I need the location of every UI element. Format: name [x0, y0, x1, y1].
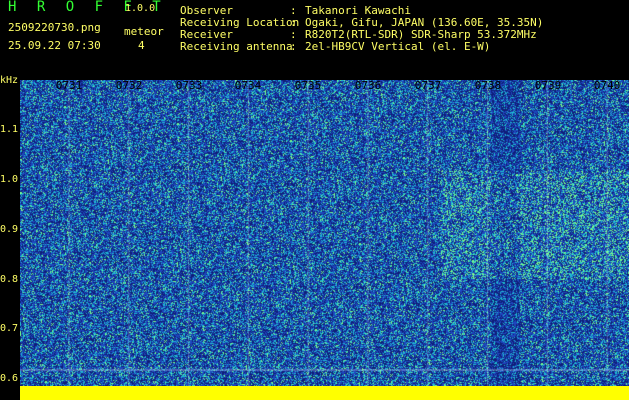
x-tick-label: 0737	[414, 79, 442, 92]
spectrogram-canvas	[20, 80, 629, 386]
signal-baseline-bar	[20, 386, 629, 400]
detection-label: meteor	[124, 25, 164, 38]
y-tick-label: 1.1	[0, 124, 19, 135]
antenna-colon: :	[290, 40, 297, 53]
x-tick-label: 0736	[354, 79, 382, 92]
y-tick-label: 0.6	[0, 373, 19, 384]
y-tick-label: 0.7	[0, 323, 19, 334]
antenna-label: Receiving antenna	[180, 40, 293, 53]
x-tick-label: 0734	[234, 79, 262, 92]
capture-time: 25.09.22 07:30	[8, 39, 101, 52]
x-tick-label: 0738	[474, 79, 502, 92]
hrofft-screen: H R O F F T 1.0.0 2509220730.png 25.09.2…	[0, 0, 629, 400]
y-tick-label: 1.0	[0, 174, 19, 185]
x-tick-label: 0740	[593, 79, 621, 92]
file-name: 2509220730.png	[8, 21, 101, 34]
antenna-value: 2el-HB9CV Vertical (el. E-W)	[305, 40, 491, 53]
y-tick-label: 0.9	[0, 224, 19, 235]
x-tick-label: 0732	[115, 79, 143, 92]
x-tick-label: 0739	[534, 79, 562, 92]
y-tick-label: 0.8	[0, 274, 19, 285]
x-tick-label: 0733	[175, 79, 203, 92]
y-axis-unit: kHz	[0, 75, 19, 86]
x-tick-label: 0735	[294, 79, 322, 92]
app-version: 1.0.0	[125, 3, 156, 14]
detection-count: 4	[138, 39, 145, 52]
x-tick-label: 0731	[55, 79, 83, 92]
